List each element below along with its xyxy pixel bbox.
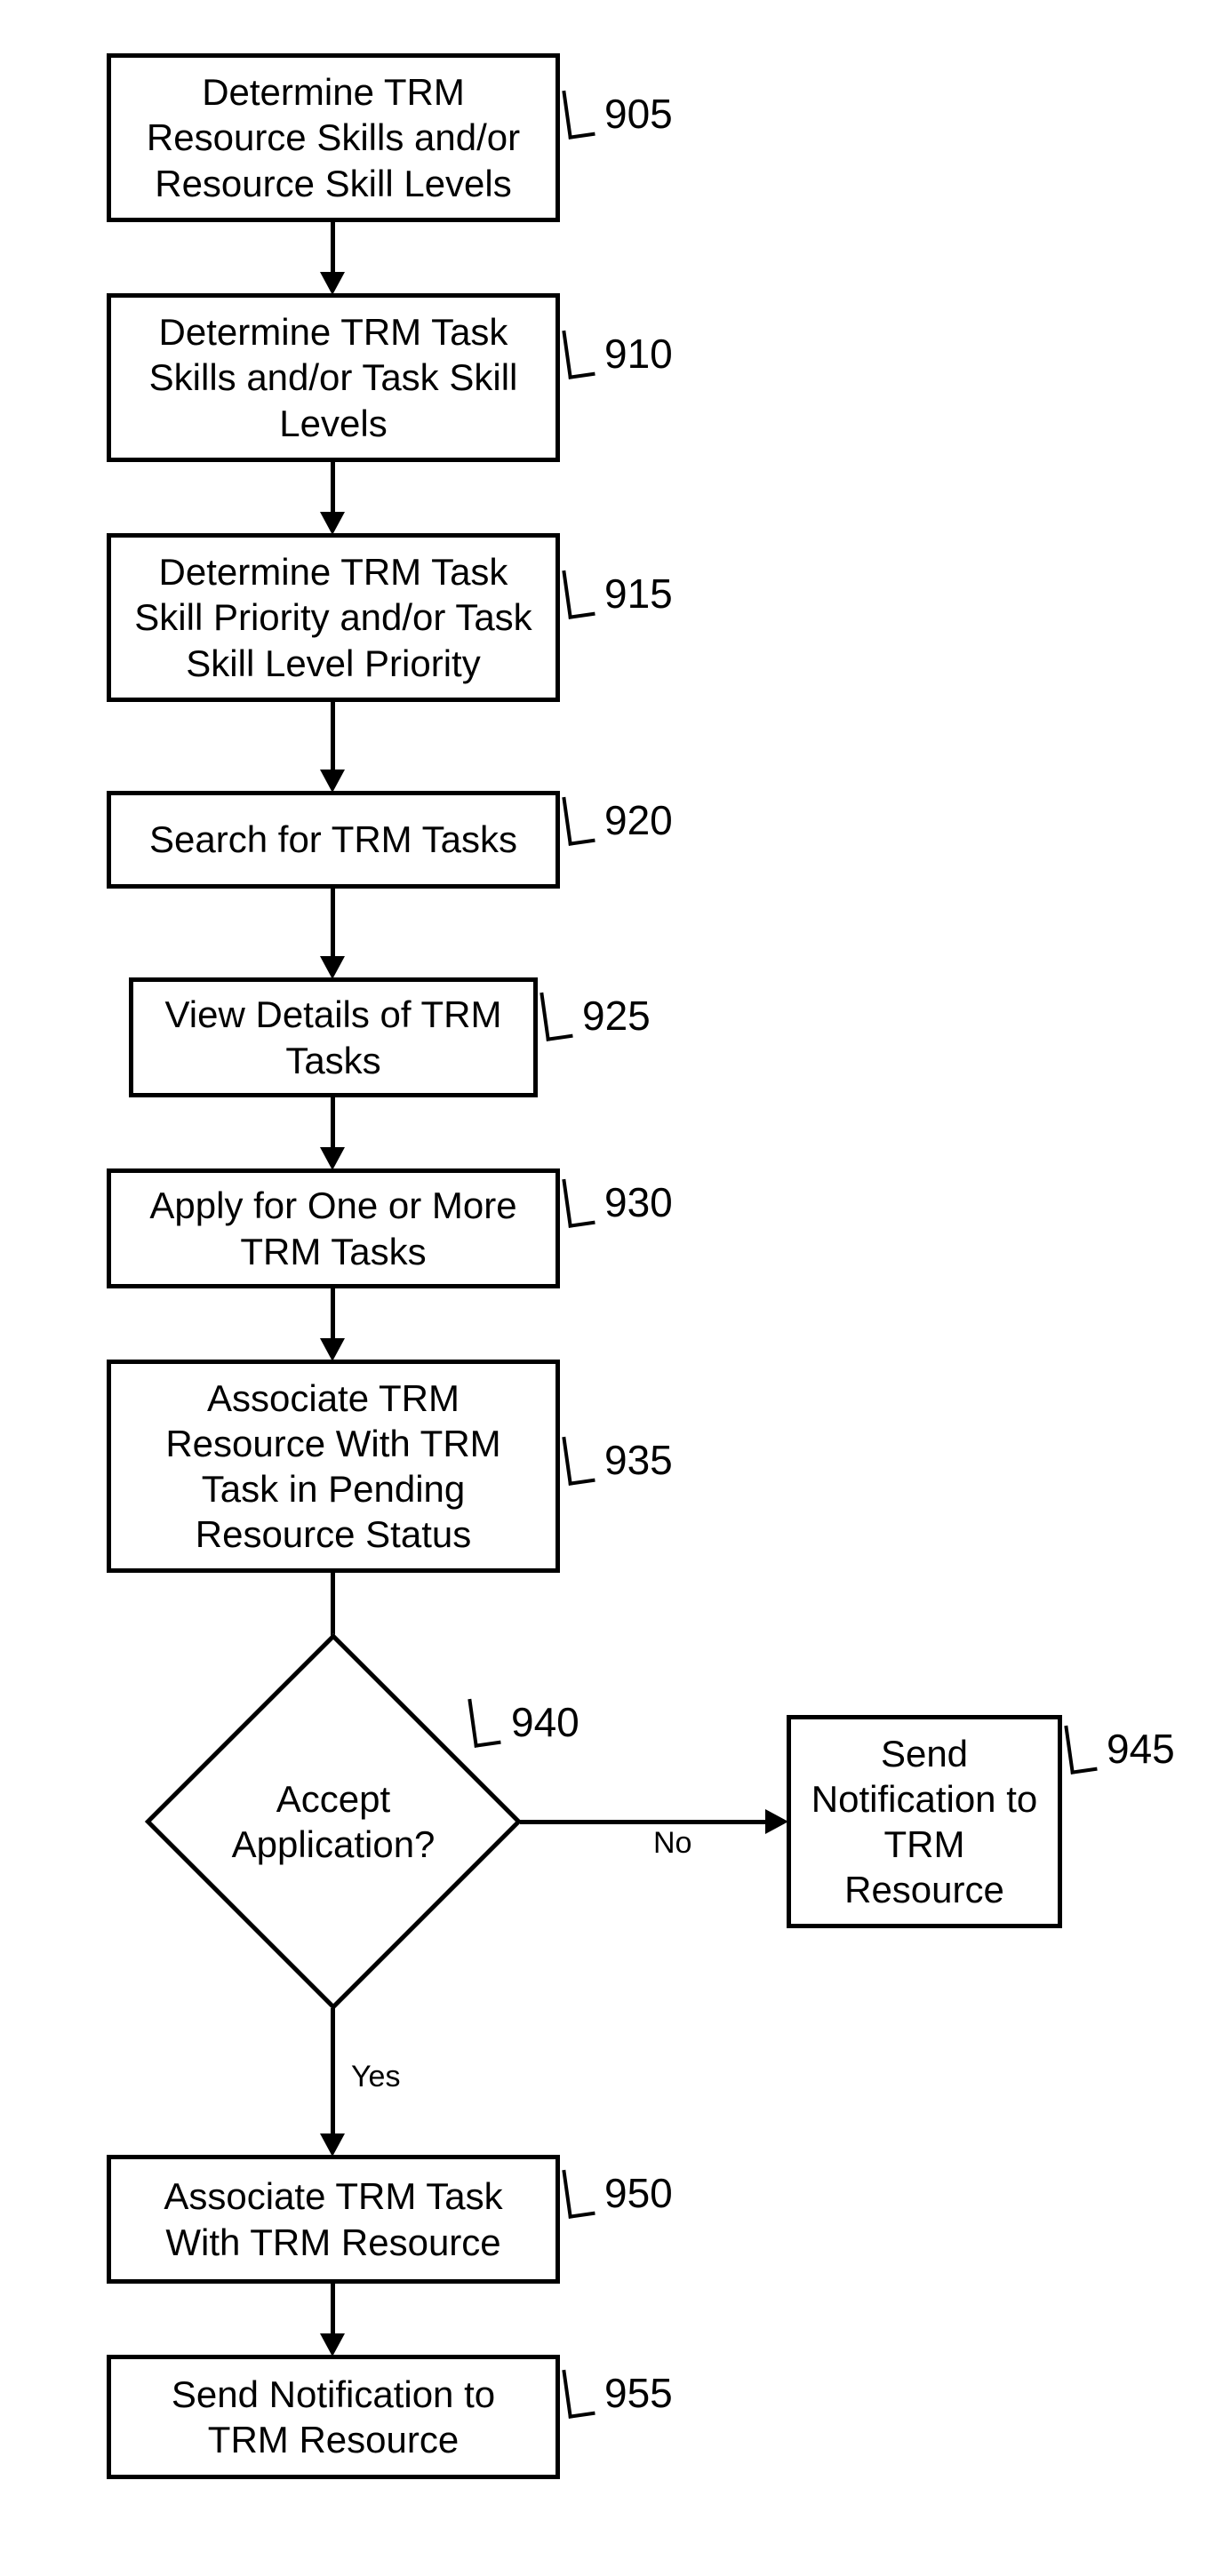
- label-num-930: 930: [604, 1182, 673, 1223]
- process-box-910-text: Determine TRM Task Skills and/or Task Sk…: [127, 309, 540, 446]
- decision-940: Accept Application?: [200, 1688, 467, 1955]
- process-box-905-text: Determine TRM Resource Skills and/or Res…: [127, 69, 540, 206]
- arrowhead-down: [320, 2333, 345, 2357]
- arrow: [331, 2008, 335, 2137]
- label-num-920: 920: [604, 800, 673, 841]
- decision-940-text: Accept Application?: [200, 1688, 467, 1955]
- process-box-955: Send Notification to TRM Resource: [107, 2355, 560, 2479]
- arrowhead-down: [320, 2133, 345, 2157]
- label-tick-955: [562, 2366, 595, 2419]
- process-box-930: Apply for One or More TRM Tasks: [107, 1168, 560, 1288]
- label-tick-945: [1064, 1722, 1097, 1774]
- process-box-945: Send Notification to TRM Resource: [787, 1715, 1062, 1928]
- arrow: [331, 1288, 335, 1342]
- arrow: [331, 2284, 335, 2337]
- process-box-925: View Details of TRM Tasks: [129, 977, 538, 1097]
- edge-label-yes: Yes: [351, 2060, 400, 2094]
- label-tick-910: [562, 327, 595, 379]
- arrowhead-down: [320, 1147, 345, 1170]
- arrow: [331, 462, 335, 515]
- label-num-910: 910: [604, 333, 673, 374]
- arrow: [331, 222, 335, 275]
- label-num-950: 950: [604, 2173, 673, 2213]
- process-box-925-text: View Details of TRM Tasks: [149, 992, 517, 1082]
- label-num-935: 935: [604, 1440, 673, 1480]
- arrowhead-right: [765, 1809, 788, 1834]
- label-tick-920: [562, 794, 595, 846]
- label-num-940: 940: [511, 1702, 580, 1743]
- process-box-935: Associate TRM Resource With TRM Task in …: [107, 1360, 560, 1573]
- label-tick-950: [562, 2166, 595, 2219]
- label-num-955: 955: [604, 2373, 673, 2413]
- label-tick-905: [562, 87, 595, 140]
- arrow: [520, 1820, 769, 1824]
- arrowhead-down: [320, 770, 345, 793]
- process-box-950: Associate TRM Task With TRM Resource: [107, 2155, 560, 2284]
- arrow: [331, 702, 335, 773]
- process-box-905: Determine TRM Resource Skills and/or Res…: [107, 53, 560, 222]
- flowchart-canvas: Determine TRM Resource Skills and/or Res…: [0, 0, 1231, 2576]
- label-tick-930: [562, 1176, 595, 1228]
- process-box-920: Search for TRM Tasks: [107, 791, 560, 889]
- process-box-950-text: Associate TRM Task With TRM Resource: [127, 2173, 540, 2264]
- label-tick-915: [562, 567, 595, 619]
- process-box-945-text: Send Notification to TRM Resource: [807, 1731, 1042, 1913]
- label-tick-925: [540, 989, 572, 1041]
- arrow: [331, 889, 335, 960]
- process-box-920-text: Search for TRM Tasks: [149, 817, 517, 862]
- label-tick-940: [468, 1695, 500, 1748]
- label-tick-935: [562, 1433, 595, 1486]
- label-num-905: 905: [604, 93, 673, 134]
- process-box-915: Determine TRM Task Skill Priority and/or…: [107, 533, 560, 702]
- arrow: [331, 1097, 335, 1151]
- label-num-915: 915: [604, 573, 673, 614]
- process-box-935-text: Associate TRM Resource With TRM Task in …: [127, 1376, 540, 1558]
- arrowhead-down: [320, 1338, 345, 1361]
- process-box-930-text: Apply for One or More TRM Tasks: [127, 1183, 540, 1273]
- arrowhead-down: [320, 512, 345, 535]
- arrowhead-down: [320, 272, 345, 295]
- process-box-955-text: Send Notification to TRM Resource: [127, 2372, 540, 2462]
- label-num-925: 925: [582, 995, 651, 1036]
- process-box-910: Determine TRM Task Skills and/or Task Sk…: [107, 293, 560, 462]
- arrowhead-down: [320, 956, 345, 979]
- edge-label-no: No: [653, 1826, 691, 1861]
- label-num-945: 945: [1107, 1728, 1175, 1769]
- process-box-915-text: Determine TRM Task Skill Priority and/or…: [127, 549, 540, 686]
